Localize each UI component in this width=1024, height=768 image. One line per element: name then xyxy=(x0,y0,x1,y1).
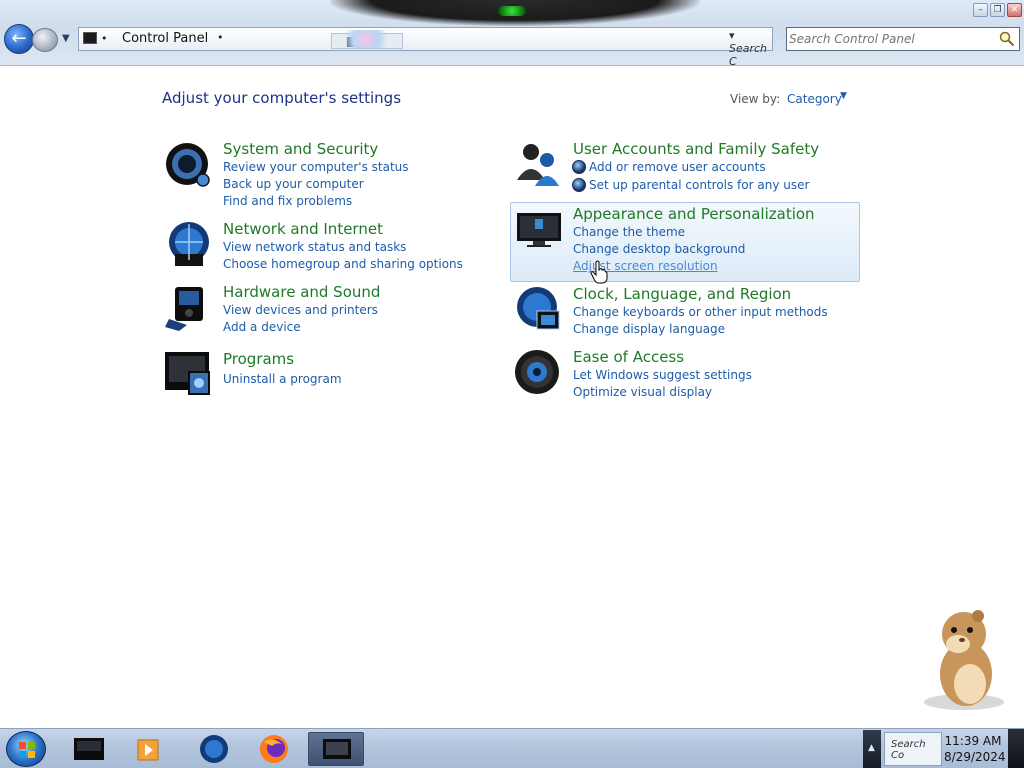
page-title: Adjust your computer's settings xyxy=(162,89,402,107)
taskbar-clock[interactable]: 11:39 AM 8/29/2024 xyxy=(944,733,1006,765)
link-change-theme[interactable]: Change the theme xyxy=(573,225,685,239)
link-devices-printers[interactable]: View devices and printers xyxy=(223,303,378,317)
clock-globe-icon[interactable] xyxy=(515,285,563,333)
search-input[interactable] xyxy=(789,30,995,48)
category-appearance-personalization: Appearance and Personalization Change th… xyxy=(515,205,855,277)
category-title-clock-language[interactable]: Clock, Language, and Region xyxy=(573,285,791,303)
control-panel-icon xyxy=(323,739,351,759)
breadcrumb-separator[interactable]: • xyxy=(101,32,108,45)
category-title-hardware-sound[interactable]: Hardware and Sound xyxy=(223,283,380,301)
link-windows-suggest[interactable]: Let Windows suggest settings xyxy=(573,368,752,382)
shield-icon xyxy=(572,178,586,192)
category-title-system-security[interactable]: System and Security xyxy=(223,140,378,158)
taskbar-control-panel[interactable] xyxy=(308,732,364,766)
category-title-user-accounts[interactable]: User Accounts and Family Safety xyxy=(573,140,819,158)
category-user-accounts: User Accounts and Family Safety Add or r… xyxy=(515,140,855,196)
search-box[interactable] xyxy=(786,27,1020,51)
tray-preview-text: Search Co xyxy=(891,739,926,761)
hand-cursor-icon xyxy=(590,260,608,284)
close-button[interactable]: ✕ xyxy=(1007,3,1022,17)
address-bar[interactable]: • Control Panel • ▾ Search C xyxy=(78,27,773,68)
system-security-icon[interactable] xyxy=(165,140,213,188)
category-clock-language-region: Clock, Language, and Region Change keybo… xyxy=(515,285,855,345)
start-button[interactable] xyxy=(6,731,46,767)
link-homegroup[interactable]: Choose homegroup and sharing options xyxy=(223,257,463,271)
link-change-keyboards[interactable]: Change keyboards or other input methods xyxy=(573,305,828,319)
forward-button[interactable] xyxy=(32,28,58,52)
taskbar: ▲ Search Co 11:39 AM 8/29/2024 xyxy=(0,728,1024,768)
taskbar-explorer[interactable] xyxy=(62,732,118,766)
restore-button[interactable]: ❐ xyxy=(990,3,1005,17)
windows-logo-icon xyxy=(19,742,35,758)
chevron-down-icon[interactable]: ▼ xyxy=(840,91,847,101)
link-add-remove-users[interactable]: Add or remove user accounts xyxy=(589,160,766,174)
back-arrow-icon: ← xyxy=(11,28,27,49)
firefox-icon xyxy=(260,735,288,763)
link-display-language[interactable]: Change display language xyxy=(573,322,725,336)
view-by-label: View by: xyxy=(730,92,781,106)
link-optimize-display[interactable]: Optimize visual display xyxy=(573,385,712,399)
globe-icon xyxy=(200,735,228,763)
window-chrome: – ❐ ✕ ← ▼ • Control Panel • ▾ Search C xyxy=(0,0,1024,68)
network-globe-icon[interactable] xyxy=(165,220,213,268)
breadcrumb-control-panel[interactable]: Control Panel xyxy=(122,31,208,46)
hamster-gadget-icon xyxy=(924,610,1004,710)
category-network-internet: Network and Internet View network status… xyxy=(165,220,495,280)
clock-time: 11:39 AM xyxy=(944,734,1002,748)
control-panel-icon xyxy=(83,32,97,44)
programs-icon[interactable] xyxy=(165,350,213,398)
link-add-device[interactable]: Add a device xyxy=(223,320,301,334)
link-review-status[interactable]: Review your computer's status xyxy=(223,160,409,174)
address-dropdown-icon: ▾ xyxy=(729,29,735,42)
ease-of-access-icon[interactable] xyxy=(515,348,563,396)
category-title-ease-of-access[interactable]: Ease of Access xyxy=(573,348,684,366)
explorer-icon xyxy=(74,738,104,760)
show-desktop-button[interactable] xyxy=(1008,729,1024,768)
show-hidden-icons-icon[interactable]: ▲ xyxy=(868,743,875,753)
clock-date: 8/29/2024 xyxy=(944,750,1006,764)
link-find-fix[interactable]: Find and fix problems xyxy=(223,194,352,208)
shield-icon xyxy=(572,160,586,174)
category-system-security: System and Security Review your computer… xyxy=(165,140,495,210)
link-uninstall-program[interactable]: Uninstall a program xyxy=(223,372,342,386)
navigation-buttons: ← ▼ xyxy=(4,24,74,54)
category-ease-of-access: Ease of Access Let Windows suggest setti… xyxy=(515,348,855,404)
view-by-dropdown[interactable]: Category xyxy=(787,92,842,106)
taskbar-firefox[interactable] xyxy=(246,732,302,766)
address-refresh-area[interactable]: ▾ Search C xyxy=(729,29,773,68)
status-led-icon xyxy=(498,6,526,16)
taskbar-media-player[interactable] xyxy=(122,732,178,766)
decoration-sparkle xyxy=(346,30,386,48)
address-search-hint: Search C xyxy=(729,42,768,68)
taskbar-globe[interactable] xyxy=(186,732,242,766)
category-title-programs[interactable]: Programs xyxy=(223,350,294,368)
link-parental-controls[interactable]: Set up parental controls for any user xyxy=(589,178,809,192)
media-player-icon xyxy=(137,739,159,761)
breadcrumb-separator[interactable]: • xyxy=(217,31,224,44)
link-back-up[interactable]: Back up your computer xyxy=(223,177,364,191)
tray-preview[interactable]: Search Co xyxy=(884,732,942,766)
category-hardware-sound: Hardware and Sound View devices and prin… xyxy=(165,283,495,343)
back-button[interactable]: ← xyxy=(4,24,34,54)
category-title-appearance[interactable]: Appearance and Personalization xyxy=(573,205,815,223)
monitor-icon[interactable] xyxy=(515,205,563,253)
user-accounts-icon[interactable] xyxy=(515,140,563,188)
category-title-network-internet[interactable]: Network and Internet xyxy=(223,220,383,238)
category-programs: Programs Uninstall a program xyxy=(165,350,495,400)
search-icon[interactable] xyxy=(999,31,1015,47)
hardware-sound-icon[interactable] xyxy=(165,283,213,331)
link-desktop-background[interactable]: Change desktop background xyxy=(573,242,745,256)
minimize-button[interactable]: – xyxy=(973,3,988,17)
recent-pages-dropdown-icon[interactable]: ▼ xyxy=(62,33,70,44)
link-network-status[interactable]: View network status and tasks xyxy=(223,240,406,254)
